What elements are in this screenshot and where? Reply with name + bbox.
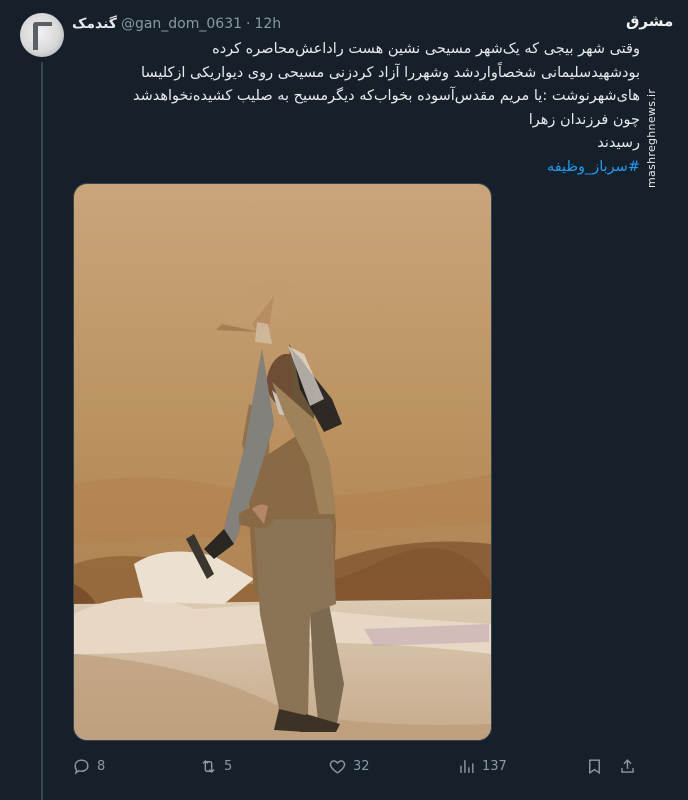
views-button[interactable]: 137 [457,752,507,780]
tweet-header: گندمک @gan_dom_0631 · 12h [72,14,281,34]
avatar[interactable] [20,13,64,57]
user-handle[interactable]: @gan_dom_0631 [121,16,242,32]
retweet-count: 5 [224,758,233,774]
bookmark-button[interactable] [585,752,604,780]
reply-button[interactable]: 8 [72,752,105,780]
like-button[interactable]: 32 [328,752,370,780]
tweet-text: وقتی شهر بیجی که یک‌شهر مسیحی نشین هست ر… [82,38,640,179]
tweet-text-line: های‌شهرنوشت :یا مریم مقدس‌آسوده بخواب‌که… [132,88,640,104]
views-icon [460,759,474,773]
views-count: 137 [482,758,507,774]
avatar-glyph [33,22,52,50]
separator-dot: · [246,16,251,32]
display-name[interactable]: گندمک [72,16,117,32]
retweet-icon [202,759,215,773]
bookmark-icon [589,758,600,774]
reply-count: 8 [97,758,106,774]
share-icon [621,758,634,773]
hashtag-link[interactable]: #سرباز_وظیفه [82,156,640,180]
share-button[interactable] [618,752,637,780]
heart-icon [329,759,346,774]
tweet-text-line: وقتی شهر بیجی که یک‌شهر مسیحی نشین هست ر… [212,41,640,57]
tweet-text-line: رسیدند [597,135,640,151]
timestamp[interactable]: 12h [254,16,281,32]
watermark: مشرق mashreghnews.ir [626,12,674,192]
reply-icon [74,758,89,775]
like-count: 32 [353,758,370,774]
watermark-logo: مشرق [626,12,674,30]
photo-desert-scene [74,184,491,740]
tweet-photo[interactable] [73,183,492,741]
watermark-url: mashreghnews.ir [645,88,658,188]
thread-line [41,62,43,800]
tweet-text-line: چون فرزندان زهرا [528,111,640,128]
retweet-button[interactable]: 5 [199,752,232,780]
tweet-actions: 8 5 32 137 [72,752,638,780]
tweet-text-line: بودشهیدسلیمانی شخصاًواردشد وشهررا آزاد ک… [140,64,640,81]
